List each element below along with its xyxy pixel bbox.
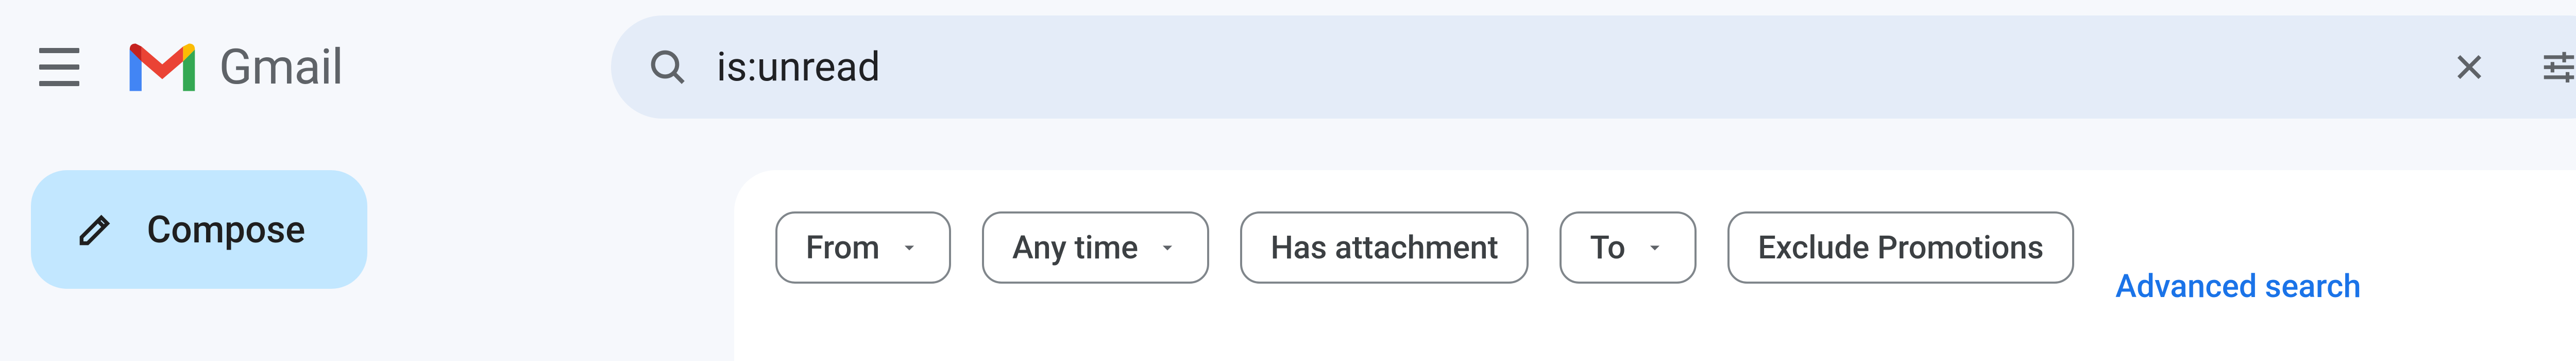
search-input[interactable] <box>717 44 2431 91</box>
filter-chip-anytime[interactable]: Any time <box>982 211 1210 284</box>
pencil-icon <box>75 209 116 250</box>
chip-label: To <box>1590 229 1625 267</box>
chip-label: Any time <box>1012 229 1139 267</box>
filter-chip-to[interactable]: To <box>1560 211 1697 284</box>
filter-chip-from[interactable]: From <box>775 211 951 284</box>
search-icon <box>647 46 688 88</box>
chevron-down-icon <box>1156 236 1179 259</box>
filter-chip-exclude-promotions[interactable]: Exclude Promotions <box>1727 211 2074 284</box>
search-options-icon[interactable] <box>2539 47 2576 87</box>
chip-label: Exclude Promotions <box>1758 229 2044 267</box>
chip-label: From <box>806 229 880 267</box>
main-menu-button[interactable] <box>31 39 88 95</box>
header: Gmail <box>0 0 2576 134</box>
chevron-down-icon <box>898 236 921 259</box>
search-bar[interactable] <box>611 15 2576 119</box>
filter-chip-attachment[interactable]: Has attachment <box>1240 211 1529 284</box>
gmail-page: Gmail <box>0 0 2576 361</box>
advanced-search-label: Advanced search <box>2115 268 2361 305</box>
gmail-logo[interactable]: Gmail <box>124 38 343 97</box>
gmail-wordmark: Gmail <box>219 39 343 96</box>
filter-bar: From Any time Has attachment To Exclude … <box>734 170 2576 361</box>
compose-label: Compose <box>147 208 306 252</box>
advanced-search-link[interactable]: Advanced search <box>2105 250 2371 322</box>
chip-label: Has attachment <box>1270 229 1498 267</box>
lower-area: Compose From Any time Has attachment To … <box>0 170 2576 289</box>
compose-button[interactable]: Compose <box>31 170 367 289</box>
clear-search-icon[interactable] <box>2451 49 2487 85</box>
chevron-down-icon <box>1643 236 1666 259</box>
gmail-m-icon <box>124 38 201 97</box>
